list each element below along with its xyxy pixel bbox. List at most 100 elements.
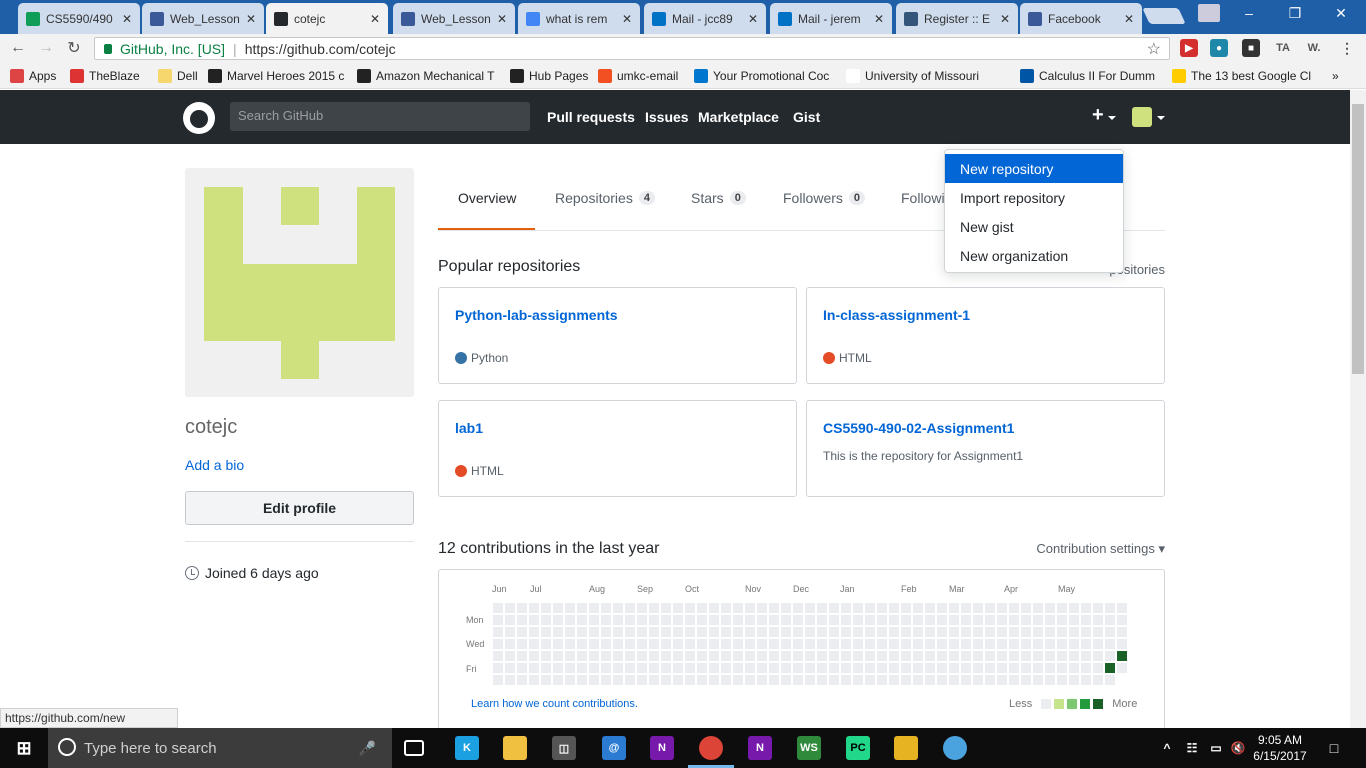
contribution-day[interactable] xyxy=(1045,627,1055,637)
onenote-2-icon[interactable]: N xyxy=(748,736,772,760)
contribution-day[interactable] xyxy=(661,651,671,661)
contribution-day[interactable] xyxy=(577,615,587,625)
contribution-day[interactable] xyxy=(805,639,815,649)
contribution-day[interactable] xyxy=(793,627,803,637)
contribution-day[interactable] xyxy=(1009,651,1019,661)
contribution-day[interactable] xyxy=(589,627,599,637)
search-input[interactable]: Search GitHub xyxy=(230,102,530,131)
contribution-day[interactable] xyxy=(829,663,839,673)
close-tab-icon[interactable]: ✕ xyxy=(874,12,884,26)
contribution-day[interactable] xyxy=(577,663,587,673)
contribution-day[interactable] xyxy=(541,639,551,649)
contribution-day[interactable] xyxy=(649,651,659,661)
menu-import-repository[interactable]: Import repository xyxy=(945,183,1123,212)
contribution-day[interactable] xyxy=(769,615,779,625)
contribution-day[interactable] xyxy=(745,651,755,661)
contribution-day[interactable] xyxy=(985,639,995,649)
address-bar[interactable]: GitHub, Inc. [US] | https://github.com/c… xyxy=(94,37,1170,60)
contribution-day[interactable] xyxy=(757,639,767,649)
contribution-day[interactable] xyxy=(553,639,563,649)
notes-icon[interactable] xyxy=(894,736,918,760)
contribution-day[interactable] xyxy=(625,651,635,661)
contribution-day[interactable] xyxy=(577,651,587,661)
contribution-day[interactable] xyxy=(1093,627,1103,637)
contribution-day[interactable] xyxy=(553,627,563,637)
contribution-day[interactable] xyxy=(937,615,947,625)
contribution-day[interactable] xyxy=(889,603,899,613)
notifications-icon[interactable]: □ xyxy=(1322,736,1346,760)
contribution-day[interactable] xyxy=(781,651,791,661)
contribution-day[interactable] xyxy=(925,615,935,625)
contribution-day[interactable] xyxy=(565,627,575,637)
bookmark-item[interactable]: Apps xyxy=(10,67,62,85)
contribution-day[interactable] xyxy=(1021,651,1031,661)
contribution-day[interactable] xyxy=(829,639,839,649)
contribution-day[interactable] xyxy=(649,639,659,649)
contribution-day[interactable] xyxy=(865,615,875,625)
contribution-day[interactable] xyxy=(925,639,935,649)
contribution-day[interactable] xyxy=(793,675,803,685)
contribution-day[interactable] xyxy=(817,615,827,625)
contribution-day[interactable] xyxy=(901,627,911,637)
contribution-day[interactable] xyxy=(1069,627,1079,637)
contribution-day[interactable] xyxy=(973,639,983,649)
contribution-day[interactable] xyxy=(997,603,1007,613)
profile-avatar[interactable] xyxy=(185,168,414,397)
contribution-day[interactable] xyxy=(925,675,935,685)
contribution-day[interactable] xyxy=(769,675,779,685)
contribution-day[interactable] xyxy=(541,615,551,625)
contribution-day[interactable] xyxy=(493,675,503,685)
contribution-day[interactable] xyxy=(865,651,875,661)
contribution-day[interactable] xyxy=(901,675,911,685)
contribution-day[interactable] xyxy=(673,675,683,685)
contribution-day[interactable] xyxy=(709,675,719,685)
browser-tab[interactable]: Facebook ✕ xyxy=(1020,3,1142,34)
contribution-day[interactable] xyxy=(1045,639,1055,649)
contribution-day[interactable] xyxy=(901,615,911,625)
contribution-day[interactable] xyxy=(517,651,527,661)
contribution-day[interactable] xyxy=(1069,639,1079,649)
contribution-day[interactable] xyxy=(1045,675,1055,685)
contribution-day[interactable] xyxy=(1069,603,1079,613)
contribution-day[interactable] xyxy=(961,663,971,673)
contribution-day[interactable] xyxy=(985,603,995,613)
contribution-day[interactable] xyxy=(1105,675,1115,685)
contribution-day[interactable] xyxy=(565,603,575,613)
contribution-day[interactable] xyxy=(1057,651,1067,661)
contribution-day[interactable] xyxy=(997,615,1007,625)
contribution-day[interactable] xyxy=(505,651,515,661)
browser-tab[interactable]: Web_Lesson ✕ xyxy=(142,3,264,34)
contribution-day[interactable] xyxy=(505,663,515,673)
contribution-day[interactable] xyxy=(841,639,851,649)
contribution-day[interactable] xyxy=(709,615,719,625)
contribution-day[interactable] xyxy=(721,663,731,673)
contribution-day[interactable] xyxy=(913,639,923,649)
contribution-day[interactable] xyxy=(709,651,719,661)
contribution-day[interactable] xyxy=(841,663,851,673)
contribution-day[interactable] xyxy=(1009,663,1019,673)
contribution-day[interactable] xyxy=(805,627,815,637)
contribution-day[interactable] xyxy=(505,603,515,613)
contribution-day[interactable] xyxy=(685,639,695,649)
browser-tab[interactable]: cotejc ✕ xyxy=(266,3,388,34)
nav-issues[interactable]: Issues xyxy=(645,109,689,125)
contribution-day[interactable] xyxy=(589,675,599,685)
contribution-day[interactable] xyxy=(997,651,1007,661)
contribution-day[interactable] xyxy=(913,675,923,685)
contribution-day[interactable] xyxy=(865,639,875,649)
contribution-day[interactable] xyxy=(985,627,995,637)
contribution-day[interactable] xyxy=(793,639,803,649)
bookmark-item[interactable]: University of Missouri xyxy=(846,67,1014,85)
contribution-day[interactable] xyxy=(553,603,563,613)
bookmark-item[interactable]: umkc-email xyxy=(598,67,686,85)
contribution-day[interactable] xyxy=(517,675,527,685)
contribution-day[interactable] xyxy=(685,651,695,661)
contribution-day[interactable] xyxy=(637,603,647,613)
file-explorer-icon[interactable] xyxy=(503,736,527,760)
contribution-day[interactable] xyxy=(817,639,827,649)
contribution-day[interactable] xyxy=(565,651,575,661)
contribution-day[interactable] xyxy=(913,663,923,673)
contribution-day[interactable] xyxy=(889,651,899,661)
bookmark-item[interactable]: Calculus II For Dumm xyxy=(1020,67,1160,85)
contribution-day[interactable] xyxy=(721,615,731,625)
